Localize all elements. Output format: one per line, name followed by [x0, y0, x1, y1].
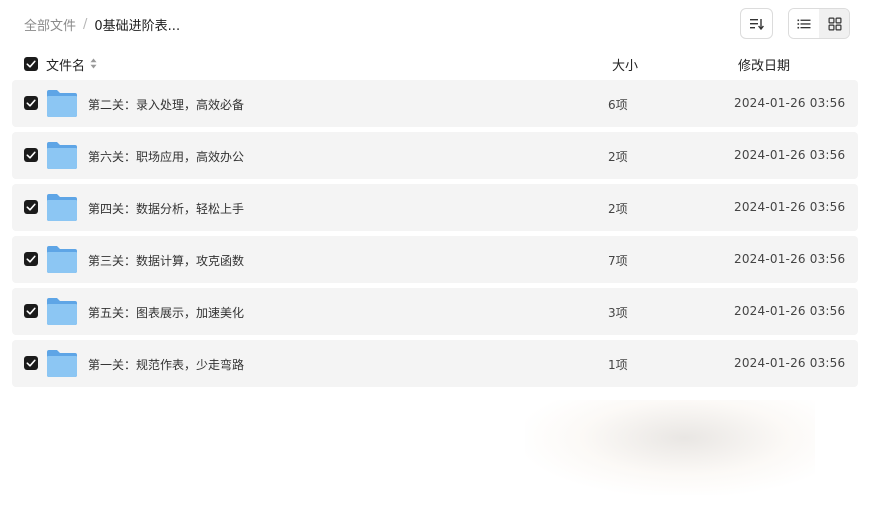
table-row[interactable]: 第三关：数据计算，攻克函数 7项 2024-01-26 03:56 [12, 236, 858, 283]
file-size: 2项 [608, 150, 628, 164]
breadcrumb-separator: / [83, 17, 88, 32]
file-list: 第二关：录入处理，高效必备 6项 2024-01-26 03:56 第六关：职场… [12, 80, 858, 392]
sort-toggle-icon[interactable] [90, 58, 97, 69]
grid-view-icon [828, 17, 841, 30]
column-header-date: 修改日期 [738, 59, 791, 74]
list-view-button[interactable] [789, 9, 819, 38]
list-view-icon [797, 19, 811, 28]
view-mode-switch [788, 8, 850, 39]
modified-date: 2024-01-26 03:56 [734, 148, 846, 162]
folder-icon [47, 298, 77, 325]
folder-icon [47, 142, 77, 169]
modified-date: 2024-01-26 03:56 [734, 200, 846, 214]
file-size: 7项 [608, 254, 628, 268]
file-size: 2项 [608, 202, 628, 216]
file-name[interactable]: 第五关：图表展示，加速美化 [88, 304, 244, 321]
file-name[interactable]: 第四关：数据分析，轻松上手 [88, 200, 244, 217]
table-row[interactable]: 第四关：数据分析，轻松上手 2项 2024-01-26 03:56 [12, 184, 858, 231]
select-all-checkbox[interactable] [24, 57, 38, 71]
row-checkbox[interactable] [24, 252, 38, 266]
breadcrumb-root-link[interactable]: 全部文件 [24, 15, 76, 34]
file-name[interactable]: 第一关：规范作表，少走弯路 [88, 356, 244, 373]
folder-icon [47, 246, 77, 273]
file-size: 6项 [608, 98, 628, 112]
file-name[interactable]: 第二关：录入处理，高效必备 [88, 96, 244, 113]
modified-date: 2024-01-26 03:56 [734, 252, 846, 266]
checkmark-icon [26, 307, 36, 315]
row-checkbox[interactable] [24, 148, 38, 162]
column-header-size: 大小 [612, 59, 639, 74]
breadcrumb: 全部文件 / 0基础进阶表... [24, 15, 180, 34]
file-name[interactable]: 第三关：数据计算，攻克函数 [88, 252, 244, 269]
row-checkbox[interactable] [24, 96, 38, 110]
checkmark-icon [26, 255, 36, 263]
checkmark-icon [26, 151, 36, 159]
folder-icon [47, 194, 77, 221]
checkmark-icon [26, 99, 36, 107]
table-row[interactable]: 第六关：职场应用，高效办公 2项 2024-01-26 03:56 [12, 132, 858, 179]
row-checkbox[interactable] [24, 356, 38, 370]
file-size: 3项 [608, 306, 628, 320]
table-row[interactable]: 第一关：规范作表，少走弯路 1项 2024-01-26 03:56 [12, 340, 858, 387]
modified-date: 2024-01-26 03:56 [734, 356, 846, 370]
sort-button[interactable] [740, 8, 773, 39]
decorative-shadow [525, 400, 815, 495]
modified-date: 2024-01-26 03:56 [734, 96, 846, 110]
checkmark-icon [26, 359, 36, 367]
column-header-name[interactable]: 文件名 [46, 55, 85, 74]
top-bar: 全部文件 / 0基础进阶表... [0, 0, 874, 48]
row-checkbox[interactable] [24, 304, 38, 318]
table-header: 文件名 大小 修改日期 [12, 52, 858, 76]
row-checkbox[interactable] [24, 200, 38, 214]
checkmark-icon [26, 203, 36, 211]
folder-icon [47, 90, 77, 117]
modified-date: 2024-01-26 03:56 [734, 304, 846, 318]
table-row[interactable]: 第五关：图表展示，加速美化 3项 2024-01-26 03:56 [12, 288, 858, 335]
folder-icon [47, 350, 77, 377]
table-row[interactable]: 第二关：录入处理，高效必备 6项 2024-01-26 03:56 [12, 80, 858, 127]
breadcrumb-current-folder: 0基础进阶表... [94, 19, 181, 34]
file-size: 1项 [608, 358, 628, 372]
file-name[interactable]: 第六关：职场应用，高效办公 [88, 148, 244, 165]
checkmark-icon [26, 60, 36, 68]
sort-descending-icon [749, 18, 764, 30]
grid-view-button[interactable] [819, 9, 849, 38]
